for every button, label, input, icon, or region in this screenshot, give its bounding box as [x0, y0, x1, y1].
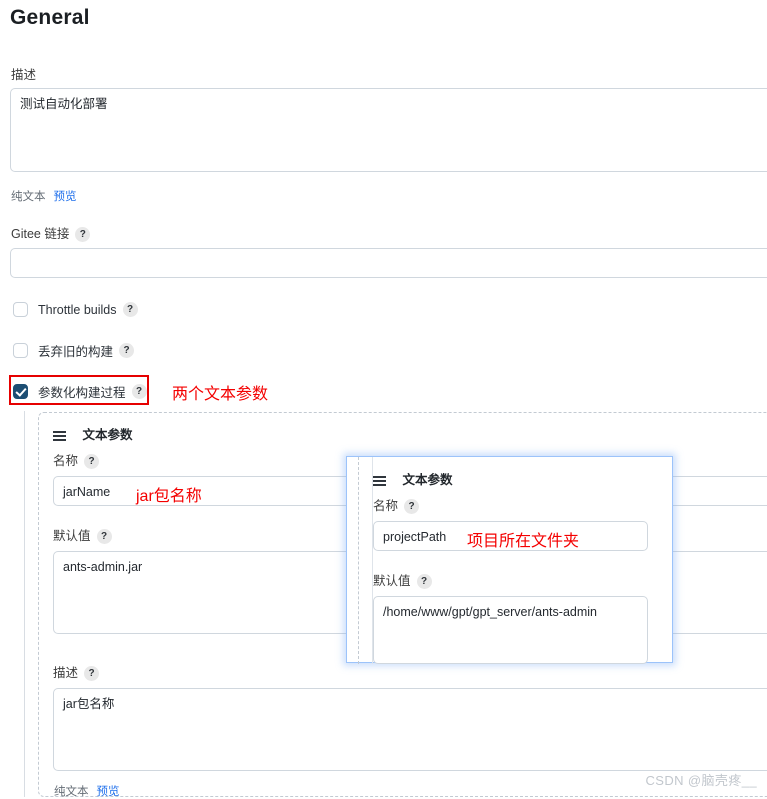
gitee-link-label: Gitee 链接 — [11, 227, 70, 241]
parameter-card-2-title: 文本参数 — [402, 473, 453, 487]
parameter-card-text-parameter-2-overlay: 文本参数 名称? projectPath 项目所在文件夹 默认值? /home/… — [346, 456, 673, 664]
preview-link[interactable]: 预览 — [54, 191, 77, 203]
csdn-watermark: CSDN @脑壳疼__ — [645, 773, 757, 788]
gitee-link-input[interactable] — [10, 248, 767, 278]
param1-description-textarea[interactable]: jar包名称 — [53, 688, 767, 771]
help-icon-param1-default[interactable]: ? — [96, 529, 112, 544]
param1-default-label: 默认值 — [53, 529, 91, 543]
description-label: 描述 — [11, 68, 37, 82]
help-icon-discard-old-builds[interactable]: ? — [119, 343, 135, 358]
help-icon-param2-default[interactable]: ? — [416, 574, 432, 589]
help-icon-param1-name[interactable]: ? — [84, 454, 100, 469]
param2-default-textarea[interactable]: /home/www/gpt/gpt_server/ants-admin — [373, 596, 648, 664]
param1-description-label-group: 描述? — [53, 664, 100, 682]
checkbox-label-parameterized-build: 参数化构建过程 — [38, 386, 126, 400]
param1-preview-link[interactable]: 预览 — [97, 786, 120, 798]
description-format-links: 纯文本 预览 — [11, 188, 77, 204]
annotation-note-project-path: 项目所在文件夹 — [467, 533, 580, 550]
plain-text-label: 纯文本 — [11, 191, 46, 203]
checkbox-discard-old-builds[interactable] — [13, 343, 28, 358]
description-textarea[interactable]: 测试自动化部署 — [10, 88, 767, 172]
param1-description-label: 描述 — [53, 666, 79, 680]
checkbox-parameterized-build[interactable] — [13, 384, 28, 399]
page-title: General — [10, 6, 90, 29]
annotation-note-param-count: 两个文本参数 — [172, 386, 269, 403]
parameter-card-1-title: 文本参数 — [82, 428, 133, 442]
parameter-section-guide-line — [24, 411, 25, 797]
param1-name-label: 名称 — [53, 454, 79, 468]
parameter-card-2-header: 文本参数 — [373, 469, 452, 489]
checkbox-row-throttle-builds[interactable]: Throttle builds ? — [13, 302, 138, 317]
param1-name-label-group: 名称? — [53, 452, 100, 470]
param2-default-label: 默认值 — [373, 574, 411, 588]
help-icon-parameterized-build[interactable]: ? — [131, 384, 147, 399]
gitee-link-label-group: Gitee 链接? — [11, 225, 91, 243]
parameter-card-1-header: 文本参数 — [53, 424, 132, 444]
param1-default-label-group: 默认值? — [53, 527, 112, 545]
parameter-card-2-guide-line — [358, 457, 359, 664]
checkbox-label-throttle-builds: Throttle builds — [38, 302, 117, 317]
checkbox-row-discard-old-builds[interactable]: 丢弃旧的构建 ? — [13, 341, 135, 360]
hamburger-drag-icon-2[interactable] — [373, 475, 386, 486]
annotation-note-jar-name: jar包名称 — [136, 488, 202, 505]
checkbox-row-parameterized-build[interactable]: 参数化构建过程 ? — [13, 382, 147, 401]
param2-name-label-group: 名称? — [373, 497, 420, 515]
hamburger-drag-icon-1[interactable] — [53, 430, 66, 441]
help-icon-gitee[interactable]: ? — [75, 227, 91, 242]
checkbox-label-discard-old-builds: 丢弃旧的构建 — [38, 345, 114, 359]
param2-name-label: 名称 — [373, 499, 399, 513]
help-icon-throttle-builds[interactable]: ? — [122, 302, 138, 317]
help-icon-param2-name[interactable]: ? — [404, 499, 420, 514]
help-icon-param1-description[interactable]: ? — [84, 666, 100, 681]
param1-plain-text-label: 纯文本 — [54, 786, 89, 798]
param2-default-label-group: 默认值? — [373, 572, 432, 590]
checkbox-throttle-builds[interactable] — [13, 302, 28, 317]
